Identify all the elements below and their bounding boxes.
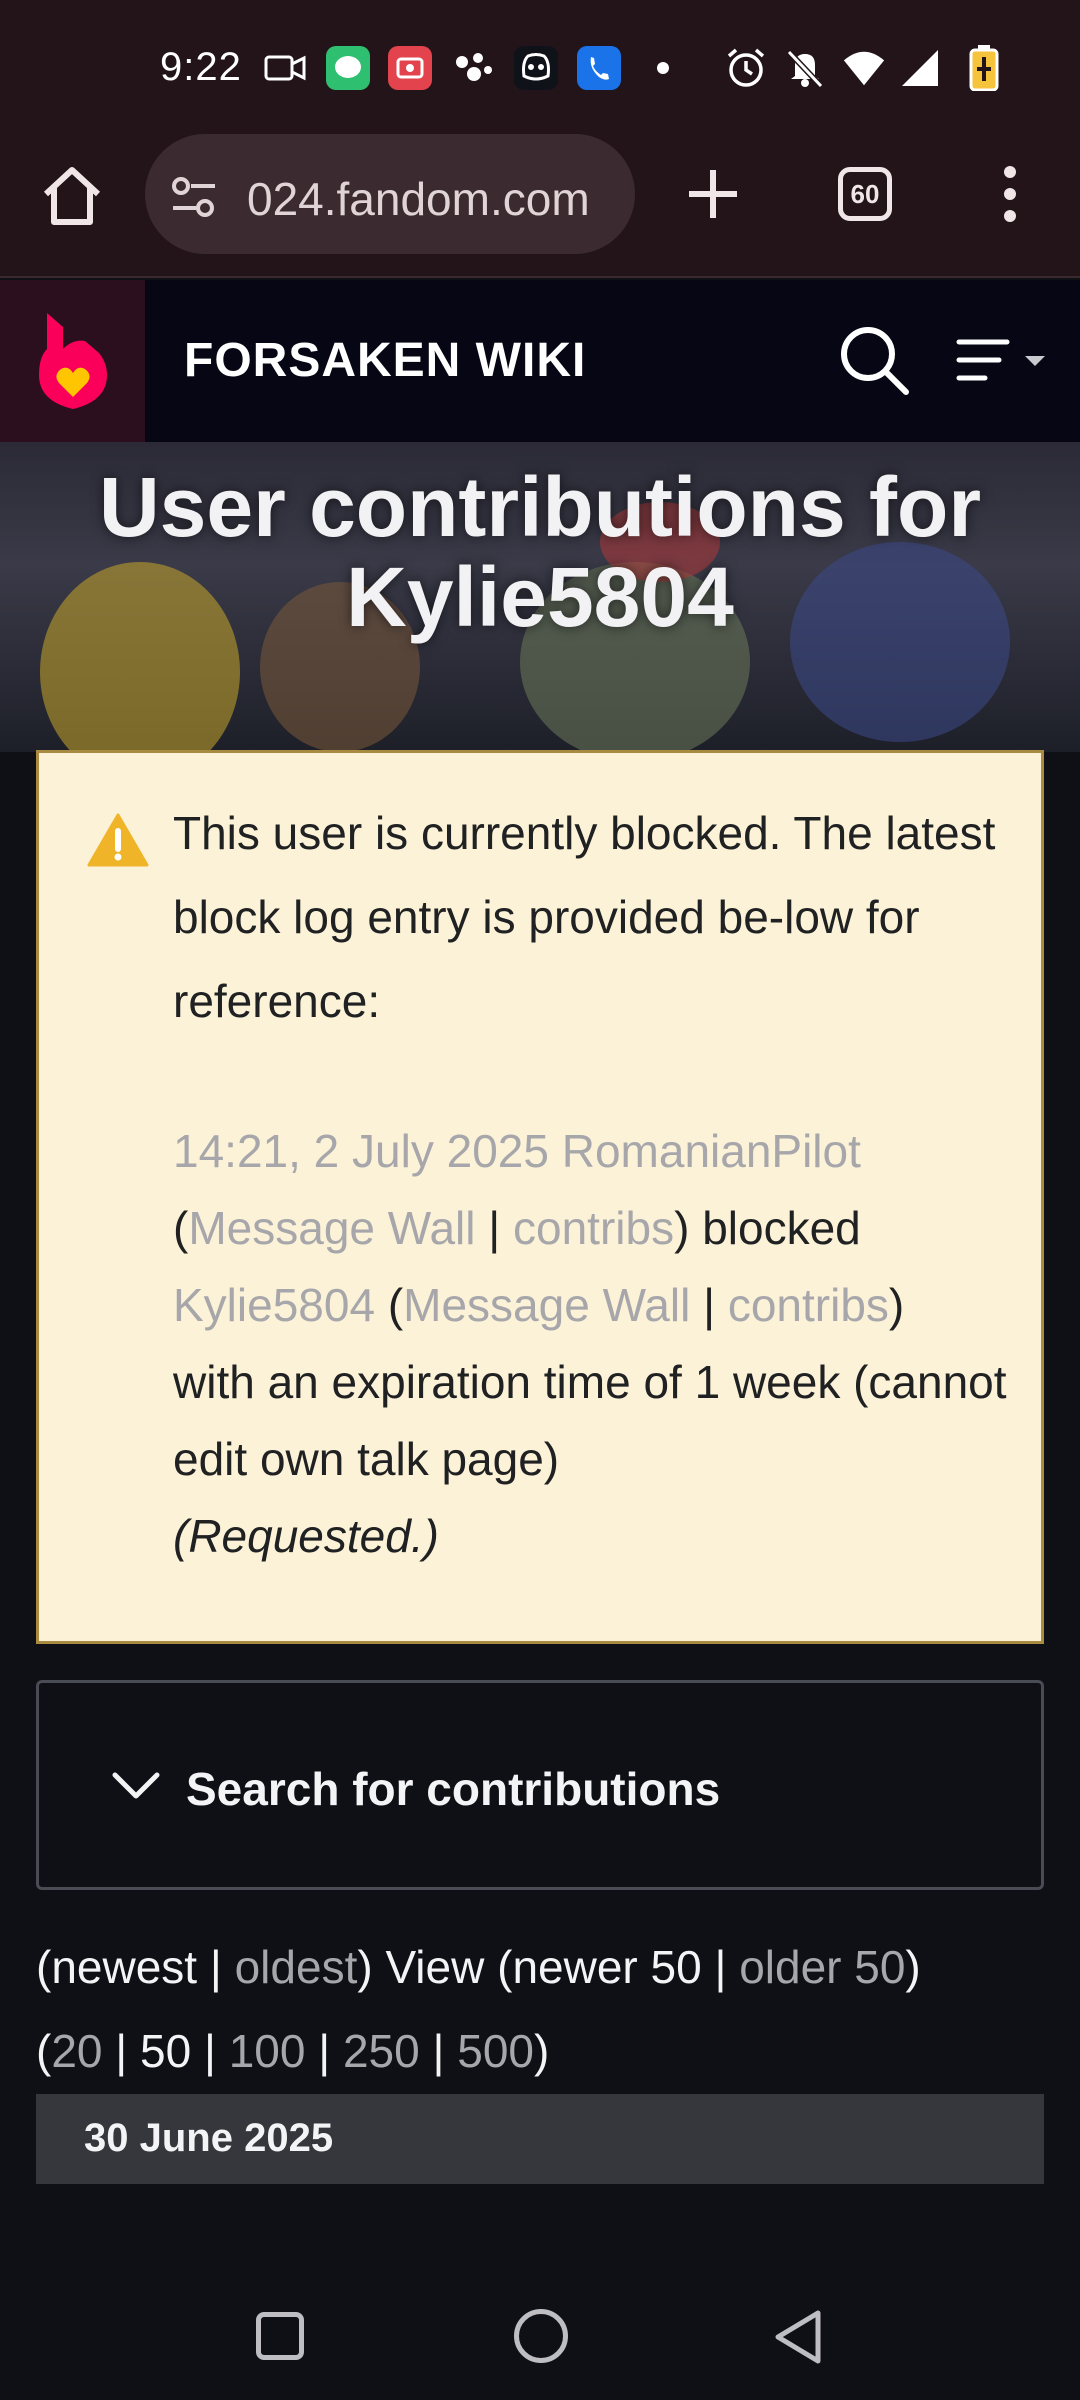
site-settings-icon[interactable] (167, 170, 221, 224)
screen-record-icon (388, 46, 432, 90)
hamburger-menu-icon[interactable] (955, 336, 1050, 386)
newer-label: newer 50 (512, 1941, 702, 1993)
alarm-icon (724, 46, 768, 90)
address-bar[interactable]: 024.fandom.com (145, 134, 635, 254)
block-notice: This user is currently blocked. The late… (36, 750, 1044, 1644)
warning-icon (87, 813, 149, 867)
limit-250-link[interactable]: 250 (343, 2025, 420, 2077)
chevron-down-icon[interactable] (111, 1771, 161, 1801)
hero-banner: User contributions for Kylie5804 (0, 442, 1080, 752)
target-contribs-link[interactable]: contribs (728, 1279, 889, 1331)
wifi-icon (842, 46, 886, 90)
fandom-logo[interactable] (0, 280, 145, 442)
date-group-label: 30 June 2025 (84, 2116, 334, 2160)
limit-20-link[interactable]: 20 (51, 2025, 102, 2077)
block-timestamp-link[interactable]: 14:21, 2 July 2025 (173, 1125, 549, 1177)
date-group-header: 30 June 2025 (36, 2094, 1044, 2184)
wiki-header: FORSAKEN WIKI (0, 280, 1080, 442)
dot-icon (641, 46, 685, 90)
assistant-icon (452, 46, 496, 90)
limit-50-label: 50 (140, 2025, 192, 2077)
status-time: 9:22 (160, 45, 242, 89)
view-label: View (385, 1941, 485, 1993)
search-icon[interactable] (838, 324, 910, 396)
blocker-message-wall-link[interactable]: Message Wall (188, 1202, 475, 1254)
block-notice-message: This user is currently blocked. The late… (173, 807, 996, 1027)
battery-icon (962, 45, 1006, 91)
mute-icon (783, 46, 827, 90)
video-icon (263, 46, 307, 90)
limit-100-link[interactable]: 100 (229, 2025, 306, 2077)
target-user-link[interactable]: Kylie5804 (173, 1279, 375, 1331)
older-link[interactable]: older 50 (739, 1941, 905, 1993)
search-contributions-label[interactable]: Search for contributions (186, 1762, 720, 1816)
blocker-contribs-link[interactable]: contribs (513, 1202, 674, 1254)
browser-toolbar: 024.fandom.com 60 (0, 130, 1080, 278)
home-button[interactable] (38, 162, 106, 230)
wiki-title[interactable]: FORSAKEN WIKI (184, 333, 586, 388)
limit-500-link[interactable]: 500 (457, 2025, 534, 2077)
new-tab-button[interactable] (683, 164, 743, 224)
oldest-link[interactable]: oldest (235, 1941, 358, 1993)
recents-button[interactable] (256, 2312, 304, 2360)
target-message-wall-link[interactable]: Message Wall (403, 1279, 690, 1331)
back-button[interactable] (770, 2307, 826, 2367)
block-reason: (Requested.) (173, 1510, 439, 1562)
page-title: User contributions for Kylie5804 (98, 460, 982, 644)
home-nav-button[interactable] (514, 2309, 568, 2363)
block-log-entry: 14:21, 2 July 2025 RomanianPilot (Messag… (173, 1125, 1007, 1562)
block-details: with an expiration time of 1 week (canno… (173, 1356, 1007, 1485)
system-nav-bar (0, 2260, 1080, 2400)
newest-label: newest (51, 1941, 198, 1993)
blocker-user-link[interactable]: RomanianPilot (562, 1125, 861, 1177)
status-bar: 9:22 (0, 0, 1080, 130)
signal-icon (898, 46, 942, 90)
pagination: (newest | oldest) View (newer 50 | older… (36, 1941, 921, 2077)
blocked-word: blocked (702, 1202, 861, 1254)
discord-icon (514, 46, 558, 90)
phone-icon (577, 46, 621, 90)
url-text[interactable]: 024.fandom.com (247, 172, 617, 226)
more-options-icon[interactable] (1000, 162, 1020, 226)
search-contributions-panel[interactable]: Search for contributions (36, 1680, 1044, 1890)
tab-switcher-button[interactable]: 60 (838, 167, 892, 221)
messages-icon (326, 46, 370, 90)
